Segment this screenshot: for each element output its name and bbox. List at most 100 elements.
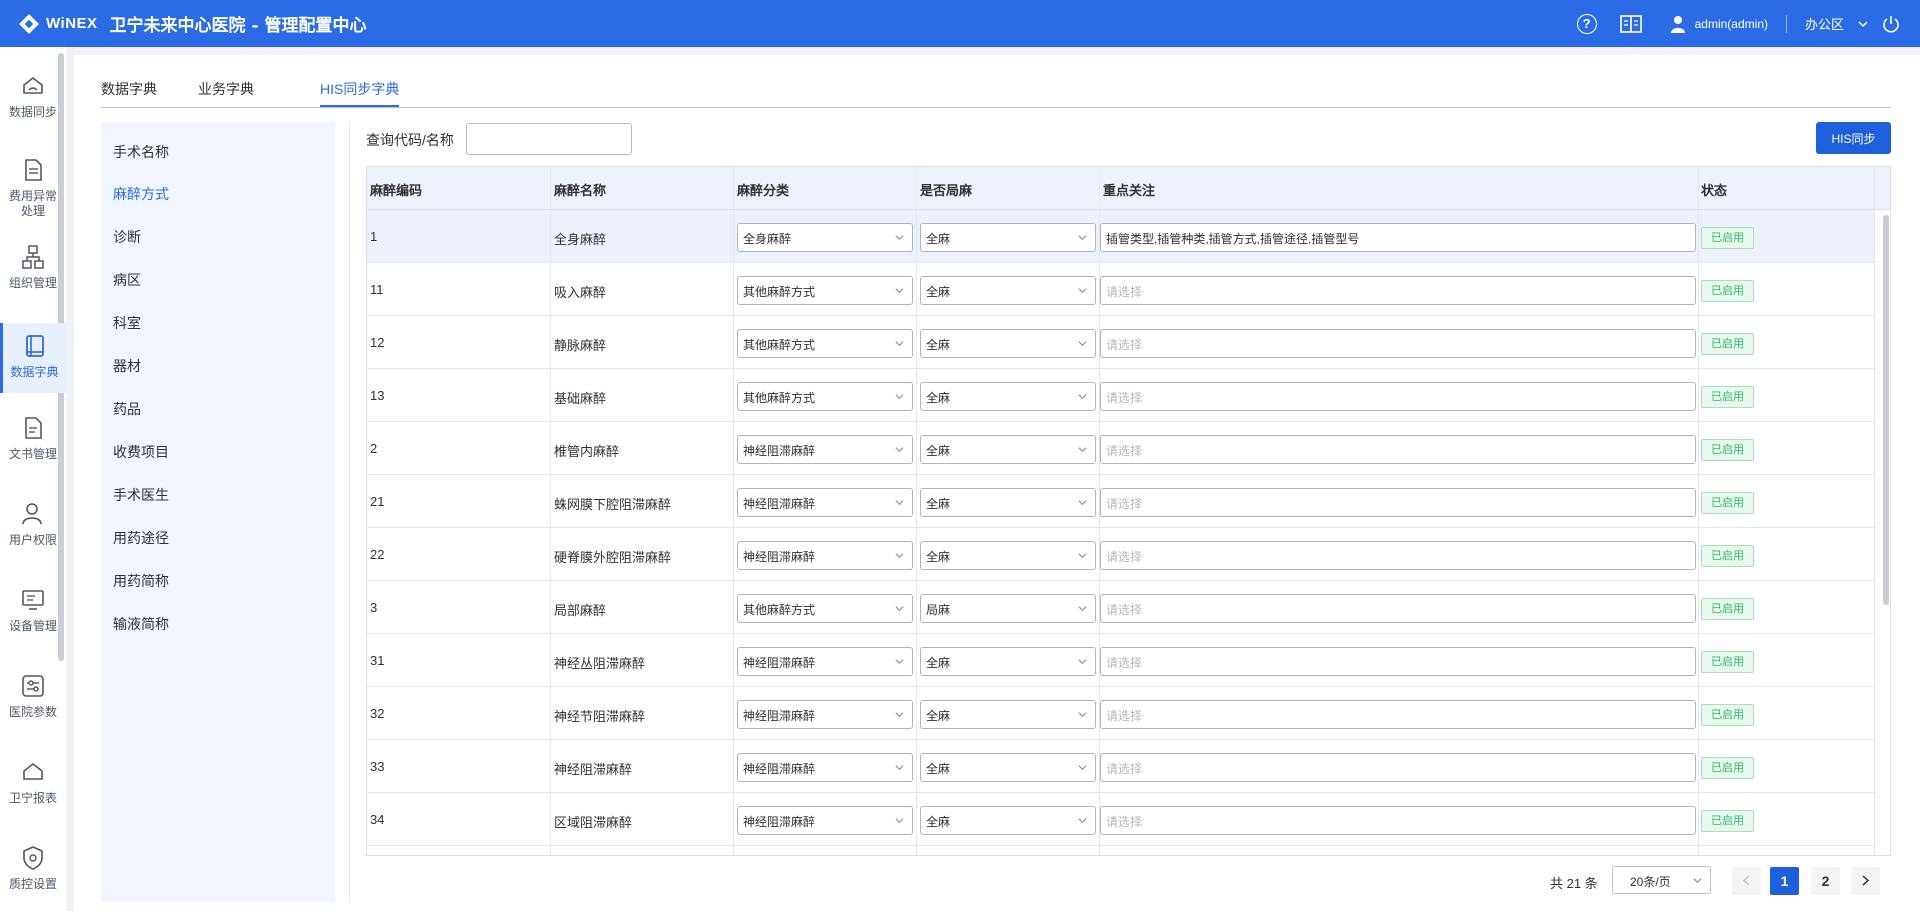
- status-badge: 已启用: [1701, 704, 1754, 726]
- category-select[interactable]: 其他麻醉方式: [737, 594, 913, 623]
- local-anesthesia-select[interactable]: 全麻: [920, 647, 1096, 676]
- cell-name: 蛛网膜下腔阻滞麻醉: [554, 497, 672, 512]
- sidebar-item-organization[interactable]: 组织管理: [0, 244, 66, 304]
- book-icon[interactable]: [1619, 13, 1642, 35]
- category-value: 神经阻滞麻醉: [743, 815, 816, 829]
- user-menu[interactable]: admin(admin): [1670, 15, 1768, 33]
- sidebar-item-user-permissions[interactable]: 用户权限: [0, 501, 66, 561]
- focus-select[interactable]: 请选择: [1100, 541, 1696, 570]
- category-select[interactable]: 神经阻滞麻醉: [737, 806, 913, 835]
- dict-item-surgery-name[interactable]: 手术名称: [113, 142, 169, 162]
- focus-select[interactable]: 请选择: [1100, 753, 1696, 782]
- prev-page-button[interactable]: [1732, 867, 1761, 895]
- focus-select[interactable]: 请选择: [1100, 276, 1696, 305]
- sidebar-item-device-management[interactable]: 设备管理: [0, 587, 66, 647]
- table-row[interactable]: 13 基础麻醉 其他麻醉方式 全麻 请选择 已启用: [367, 369, 1874, 422]
- sidebar-item-hospital-params[interactable]: 医院参数: [0, 673, 66, 733]
- chevron-down-icon: [1078, 394, 1087, 400]
- category-select[interactable]: 神经阻滞麻醉: [737, 541, 913, 570]
- page-size-select[interactable]: 20条/页: [1612, 866, 1711, 894]
- table-row[interactable]: 22 硬脊膜外腔阻滞麻醉 神经阻滞麻醉 全麻 请选择 已启用: [367, 528, 1874, 581]
- local-anesthesia-select[interactable]: 全麻: [920, 223, 1096, 252]
- category-select[interactable]: 全身麻醉: [737, 223, 913, 252]
- category-select[interactable]: 神经阻滞麻醉: [737, 700, 913, 729]
- tab-his-sync-dictionary[interactable]: HIS同步字典: [320, 79, 399, 99]
- local-anesthesia-select[interactable]: 全麻: [920, 700, 1096, 729]
- category-value: 全身麻醉: [743, 232, 792, 246]
- focus-select[interactable]: 请选择: [1100, 488, 1696, 517]
- dict-item-diagnosis[interactable]: 诊断: [113, 227, 141, 247]
- local-anesthesia-select[interactable]: 全麻: [920, 753, 1096, 782]
- focus-select[interactable]: 请选择: [1100, 382, 1696, 411]
- local-anesthesia-select[interactable]: 全麻: [920, 488, 1096, 517]
- col-header-focus: 重点关注: [1103, 183, 1156, 198]
- local-anesthesia-select[interactable]: 全麻: [920, 435, 1096, 464]
- dict-item-drug-abbr[interactable]: 用药简称: [113, 571, 169, 591]
- dict-item-surgeon[interactable]: 手术医生: [113, 485, 169, 505]
- sidebar-item-qc-settings[interactable]: 质控设置: [0, 845, 66, 905]
- tab-bar: 数据字典 业务字典 HIS同步字典: [101, 55, 1891, 108]
- category-select[interactable]: 神经阻滞麻醉: [737, 488, 913, 517]
- dict-item-department[interactable]: 科室: [113, 313, 141, 333]
- tab-data-dictionary[interactable]: 数据字典: [101, 79, 157, 99]
- area-selector[interactable]: 办公区: [1805, 14, 1868, 33]
- local-anesthesia-select[interactable]: 全麻: [920, 276, 1096, 305]
- sidebar-item-data-dictionary[interactable]: 数据字典: [0, 323, 66, 393]
- search-input[interactable]: [466, 123, 632, 155]
- page-button-2[interactable]: 2: [1811, 867, 1840, 895]
- focus-select[interactable]: 请选择: [1100, 329, 1696, 358]
- table-row[interactable]: 11 吸入麻醉 其他麻醉方式 全麻 请选择 已启用: [367, 263, 1874, 316]
- dict-item-route[interactable]: 用药途径: [113, 528, 169, 548]
- focus-value: 请选择: [1106, 444, 1143, 458]
- local-anesthesia-select[interactable]: 全麻: [920, 806, 1096, 835]
- category-select[interactable]: 其他麻醉方式: [737, 276, 913, 305]
- category-select[interactable]: 其他麻醉方式: [737, 382, 913, 411]
- category-select[interactable]: 神经阻滞麻醉: [737, 435, 913, 464]
- focus-select[interactable]: 请选择: [1100, 806, 1696, 835]
- dict-item-ward[interactable]: 病区: [113, 270, 141, 290]
- table-row[interactable]: 12 静脉麻醉 其他麻醉方式 全麻 请选择 已启用: [367, 316, 1874, 369]
- dict-item-equipment[interactable]: 器材: [113, 356, 141, 376]
- table-row[interactable]: 2 椎管内麻醉 神经阻滞麻醉 全麻 请选择 已启用: [367, 422, 1874, 475]
- category-select[interactable]: 神经阻滞麻醉: [737, 647, 913, 676]
- anesthesia-table: 麻醉编码 麻醉名称 麻醉分类 是否局麻 重点关注 状态 1 全身麻醉 全身麻醉 全麻插…: [366, 166, 1891, 856]
- help-icon[interactable]: ?: [1576, 13, 1598, 35]
- dict-item-anesthesia-method[interactable]: 麻醉方式: [113, 184, 169, 204]
- table-row[interactable]: 1 全身麻醉 全身麻醉 全麻 插管类型,插管种类,插管方式,插管途径,插管型号 已启用: [367, 210, 1874, 263]
- table-row[interactable]: 32 神经节阻滞麻醉 神经阻滞麻醉 全麻 请选择 已启用: [367, 687, 1874, 740]
- cell-code: 13: [370, 388, 385, 403]
- focus-select[interactable]: 请选择: [1100, 594, 1696, 623]
- local-anesthesia-select[interactable]: 全麻: [920, 329, 1096, 358]
- table-row[interactable]: 21 蛛网膜下腔阻滞麻醉 神经阻滞麻醉 全麻 请选择 已启用: [367, 475, 1874, 528]
- sidebar-item-reports[interactable]: 卫宁报表: [0, 759, 66, 819]
- dict-item-drug[interactable]: 药品: [113, 399, 141, 419]
- dict-item-infusion-abbr[interactable]: 输液简称: [113, 614, 169, 634]
- next-page-button[interactable]: [1851, 867, 1880, 895]
- page-button-1[interactable]: 1: [1770, 867, 1799, 895]
- local-anesthesia-select[interactable]: 全麻: [920, 541, 1096, 570]
- dict-item-fee-item[interactable]: 收费项目: [113, 442, 169, 462]
- chevron-down-icon: [1078, 341, 1087, 347]
- table-row[interactable]: 31 神经丛阻滞麻醉 神经阻滞麻醉 全麻 请选择 已启用: [367, 634, 1874, 687]
- tab-business-dictionary[interactable]: 业务字典: [198, 79, 254, 99]
- local-anesthesia-select[interactable]: 局麻: [920, 594, 1096, 623]
- table-row[interactable]: 34 区域阻滞麻醉 神经阻滞麻醉 全麻 请选择 已启用: [367, 793, 1874, 846]
- sidebar-item-document-management[interactable]: 文书管理: [0, 415, 66, 475]
- focus-select[interactable]: 请选择: [1100, 647, 1696, 676]
- table-row[interactable]: 33 神经阻滞麻醉 神经阻滞麻醉 全麻 请选择 已启用: [367, 740, 1874, 793]
- focus-select[interactable]: 插管类型,插管种类,插管方式,插管途径,插管型号: [1100, 223, 1696, 252]
- table-row[interactable]: 3 局部麻醉 其他麻醉方式 局麻 请选择 已启用: [367, 581, 1874, 634]
- cell-name: 硬脊膜外腔阻滞麻醉: [554, 550, 672, 565]
- local-anesthesia-select[interactable]: 全麻: [920, 382, 1096, 411]
- power-icon[interactable]: [1882, 15, 1900, 33]
- category-select[interactable]: 其他麻醉方式: [737, 329, 913, 358]
- sidebar-item-data-sync[interactable]: 数据同步: [0, 73, 66, 133]
- focus-value: 请选择: [1106, 497, 1143, 511]
- sidebar-item-fee-exception[interactable]: 费用异常处理: [0, 157, 66, 227]
- focus-select[interactable]: 请选择: [1100, 700, 1696, 729]
- category-select[interactable]: 神经阻滞麻醉: [737, 753, 913, 782]
- table-scrollbar[interactable]: [1883, 215, 1889, 605]
- focus-select[interactable]: 请选择: [1100, 435, 1696, 464]
- icon-sidebar: 数据同步 费用异常处理 组织管理 数据字典 文书管理 用户权限 设备管理 医院参…: [0, 47, 66, 911]
- his-sync-button[interactable]: HIS同步: [1816, 122, 1891, 154]
